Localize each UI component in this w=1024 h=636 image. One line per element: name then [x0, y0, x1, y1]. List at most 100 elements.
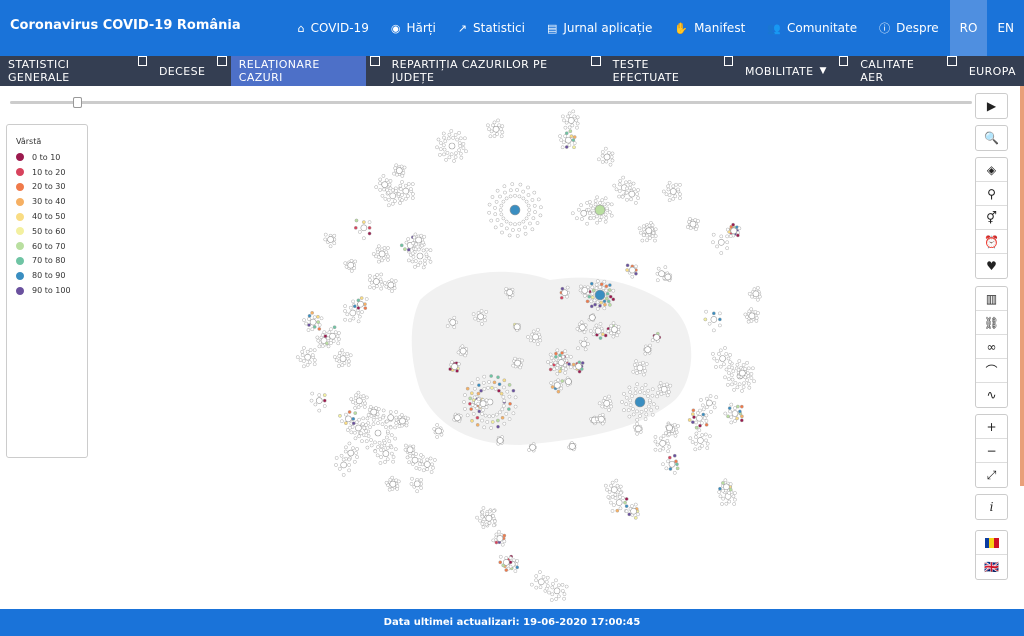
case-node[interactable] [356, 319, 361, 324]
case-node[interactable] [650, 338, 655, 343]
cluster-hub[interactable] [603, 153, 611, 161]
case-node[interactable] [550, 592, 555, 597]
tab-statistici-generale[interactable]: STATISTICI GENERALE [0, 56, 134, 86]
toggle-checkbox[interactable] [137, 56, 147, 66]
case-node[interactable] [651, 231, 656, 235]
case-node[interactable] [323, 334, 328, 339]
case-node[interactable] [452, 325, 457, 329]
case-node[interactable] [554, 578, 558, 583]
case-node[interactable] [360, 439, 364, 444]
case-node[interactable] [661, 446, 666, 451]
case-node[interactable] [386, 190, 391, 195]
case-node[interactable] [480, 522, 485, 526]
case-node[interactable] [414, 466, 419, 470]
cluster-hub[interactable] [696, 414, 703, 422]
cluster-hub[interactable] [496, 437, 504, 444]
case-node[interactable] [718, 348, 723, 353]
case-node[interactable] [453, 155, 458, 159]
case-node[interactable] [459, 155, 464, 160]
case-node[interactable] [383, 196, 388, 201]
case-node[interactable] [568, 365, 573, 370]
case-node[interactable] [593, 199, 598, 203]
toggle-checkbox[interactable] [723, 56, 733, 66]
case-node[interactable] [470, 418, 474, 423]
case-node[interactable] [646, 394, 650, 399]
case-node[interactable] [447, 132, 452, 137]
case-node[interactable] [661, 434, 666, 438]
case-node[interactable] [500, 124, 505, 129]
cluster-hub[interactable] [706, 399, 713, 407]
case-node[interactable] [521, 219, 526, 224]
cluster-hub[interactable] [554, 381, 561, 389]
case-node[interactable] [611, 321, 616, 325]
case-node[interactable] [631, 407, 635, 411]
case-node[interactable] [351, 400, 355, 404]
case-node[interactable] [735, 385, 740, 390]
case-node[interactable] [726, 371, 731, 375]
cluster-hub[interactable] [509, 204, 521, 216]
case-node[interactable] [687, 418, 692, 422]
cluster-hub[interactable] [496, 535, 504, 542]
case-node[interactable] [435, 145, 439, 150]
case-node[interactable] [712, 401, 717, 405]
case-node[interactable] [608, 294, 613, 299]
case-node[interactable] [470, 381, 474, 386]
case-node[interactable] [600, 404, 605, 409]
case-node[interactable] [570, 123, 575, 128]
cluster-hub[interactable] [615, 499, 623, 506]
case-node[interactable] [386, 203, 391, 208]
case-node[interactable] [465, 413, 470, 418]
case-node[interactable] [499, 212, 504, 217]
case-node[interactable] [343, 261, 348, 266]
case-node[interactable] [651, 402, 656, 407]
case-node[interactable] [438, 152, 442, 157]
case-node[interactable] [380, 193, 385, 198]
case-node[interactable] [638, 230, 643, 235]
case-node[interactable] [376, 421, 380, 425]
case-node[interactable] [718, 317, 722, 322]
cluster-hub[interactable] [628, 190, 636, 198]
case-node[interactable] [609, 331, 614, 336]
tab-europa[interactable]: EUROPA [961, 56, 1024, 86]
case-node[interactable] [410, 182, 415, 186]
case-node[interactable] [727, 406, 732, 411]
case-cluster[interactable] [332, 348, 353, 368]
case-node[interactable] [320, 344, 325, 349]
cluster-hub[interactable] [723, 483, 730, 491]
case-node[interactable] [487, 210, 491, 215]
case-node[interactable] [641, 224, 646, 229]
case-node[interactable] [389, 433, 394, 438]
case-node[interactable] [337, 351, 342, 355]
case-node[interactable] [563, 134, 568, 139]
case-node[interactable] [355, 455, 359, 459]
case-node[interactable] [630, 274, 635, 279]
case-node[interactable] [598, 218, 602, 222]
case-node[interactable] [386, 246, 390, 250]
case-node[interactable] [406, 237, 411, 241]
case-node[interactable] [728, 234, 733, 238]
case-node[interactable] [703, 317, 708, 322]
cluster-hub[interactable] [399, 417, 406, 425]
case-node[interactable] [483, 413, 488, 418]
case-node[interactable] [310, 391, 315, 396]
case-node[interactable] [613, 492, 618, 497]
case-node[interactable] [454, 151, 458, 156]
case-node[interactable] [625, 263, 630, 268]
case-node[interactable] [631, 412, 636, 417]
case-node[interactable] [367, 278, 372, 282]
case-cluster[interactable] [334, 456, 351, 477]
case-node[interactable] [717, 490, 722, 494]
case-node[interactable] [658, 436, 663, 441]
case-node[interactable] [643, 417, 648, 421]
case-node[interactable] [594, 286, 599, 290]
case-node[interactable] [380, 422, 385, 427]
case-node[interactable] [616, 330, 621, 335]
case-node[interactable] [598, 285, 602, 290]
case-node[interactable] [507, 233, 512, 238]
case-node[interactable] [353, 411, 358, 415]
case-node[interactable] [490, 195, 495, 199]
case-node[interactable] [587, 294, 592, 299]
case-node[interactable] [645, 233, 649, 238]
case-node[interactable] [693, 441, 698, 446]
case-node[interactable] [510, 182, 515, 186]
